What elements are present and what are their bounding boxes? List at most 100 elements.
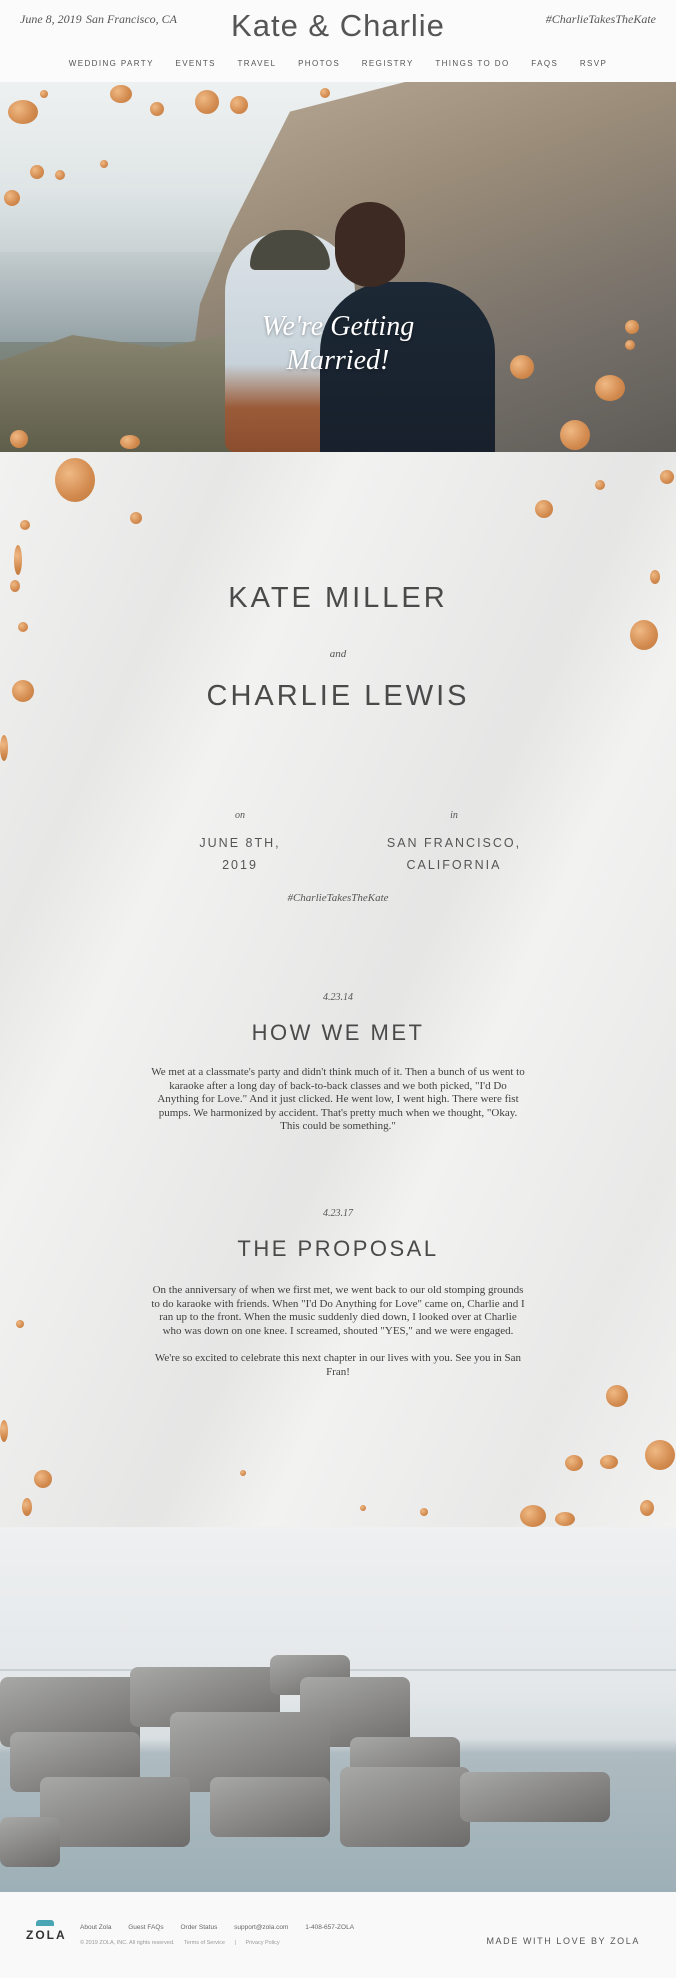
wedding-date: JUNE 8TH, 2019 bbox=[140, 832, 340, 876]
splatter-dot bbox=[420, 1508, 428, 1516]
footer-links: About Zola Guest FAQs Order Status suppo… bbox=[80, 1924, 369, 1931]
splatter-dot bbox=[120, 435, 140, 449]
privacy-link[interactable]: Privacy Policy bbox=[245, 1940, 279, 1946]
nav-faqs[interactable]: FAQS bbox=[531, 59, 558, 68]
footer-link-email[interactable]: support@zola.com bbox=[234, 1924, 288, 1931]
zola-logo[interactable]: ZOLA bbox=[26, 1928, 67, 1942]
terms-link[interactable]: Terms of Service bbox=[184, 1940, 225, 1946]
wedding-date-line1: JUNE 8TH, bbox=[199, 836, 281, 850]
story-paragraph: On the anniversary of when we first met,… bbox=[151, 1284, 525, 1337]
hero-title: We're Getting Married! bbox=[0, 310, 676, 378]
main-content: KATE MILLER and CHARLIE LEWIS on JUNE 8T… bbox=[0, 452, 676, 1527]
splatter-dot bbox=[18, 622, 28, 632]
story-title: THE PROPOSAL bbox=[237, 1236, 439, 1261]
splatter-dot bbox=[595, 375, 625, 401]
wedding-place: SAN FRANCISCO, CALIFORNIA bbox=[354, 832, 554, 876]
splatter-dot bbox=[0, 735, 8, 761]
splatter-dot bbox=[660, 470, 674, 484]
story-paragraph: We met at a classmate's party and didn't… bbox=[151, 1066, 525, 1132]
hero-head-charlie bbox=[335, 202, 405, 287]
hero-title-line2: Married! bbox=[286, 345, 390, 376]
story-body: On the anniversary of when we first met,… bbox=[150, 1284, 526, 1393]
splatter-dot bbox=[8, 100, 38, 124]
hashtag: #CharlieTakesTheKate bbox=[287, 892, 389, 904]
rock bbox=[0, 1817, 60, 1867]
zola-logo-icon bbox=[36, 1920, 54, 1926]
splatter-dot bbox=[595, 480, 605, 490]
splatter-dot bbox=[14, 545, 22, 575]
splatter-dot bbox=[240, 1470, 246, 1476]
splatter-dot bbox=[100, 160, 108, 168]
splatter-dot bbox=[20, 520, 30, 530]
splatter-dot bbox=[535, 500, 553, 518]
splatter-dot bbox=[110, 85, 132, 103]
header-hashtag: #CharlieTakesTheKate bbox=[545, 12, 656, 26]
splatter-dot bbox=[510, 355, 534, 379]
bride-name: KATE MILLER bbox=[228, 582, 448, 614]
story-title: HOW WE MET bbox=[251, 1020, 425, 1045]
footer-link-order-status[interactable]: Order Status bbox=[180, 1924, 217, 1931]
place-label: in bbox=[450, 810, 458, 821]
splatter-dot bbox=[600, 1455, 618, 1469]
splatter-dot bbox=[320, 88, 330, 98]
splatter-dot bbox=[565, 1455, 583, 1471]
splatter-dot bbox=[55, 170, 65, 180]
footer-link-faqs[interactable]: Guest FAQs bbox=[128, 1924, 163, 1931]
splatter-dot bbox=[4, 190, 20, 206]
nav-travel[interactable]: TRAVEL bbox=[238, 59, 277, 68]
story-body: We met at a classmate's party and didn't… bbox=[150, 1066, 526, 1148]
hero-banner: We're Getting Married! ∨ bbox=[0, 82, 676, 452]
copyright: © 2019 ZOLA, INC. All rights reserved. bbox=[80, 1940, 175, 1946]
wedding-date-line2: 2019 bbox=[222, 858, 258, 872]
splatter-dot bbox=[130, 512, 142, 524]
splatter-dot bbox=[34, 1470, 52, 1488]
splatter-dot bbox=[625, 320, 639, 334]
splatter-dot bbox=[555, 1512, 575, 1526]
splatter-dot bbox=[150, 102, 164, 116]
splatter-dot bbox=[30, 165, 44, 179]
splatter-dot bbox=[230, 96, 248, 114]
splatter-dot bbox=[16, 1320, 24, 1328]
site-header: June 8, 2019 San Francisco, CA Kate & Ch… bbox=[0, 0, 676, 82]
rock bbox=[40, 1777, 190, 1847]
splatter-dot bbox=[650, 570, 660, 584]
splatter-dot bbox=[55, 458, 95, 502]
story-date: 4.23.14 bbox=[323, 992, 353, 1003]
nav-things-to-do[interactable]: THINGS TO DO bbox=[435, 59, 509, 68]
nav-events[interactable]: EVENTS bbox=[175, 59, 215, 68]
splatter-dot bbox=[520, 1505, 546, 1527]
legal-separator: | bbox=[234, 1940, 236, 1946]
nav-registry[interactable]: REGISTRY bbox=[362, 59, 414, 68]
main-nav: WEDDING PARTY EVENTS TRAVEL PHOTOS REGIS… bbox=[0, 59, 676, 68]
rock bbox=[210, 1777, 330, 1837]
made-with-love: MADE WITH LOVE BY ZOLA bbox=[486, 1936, 640, 1946]
footer-legal: © 2019 ZOLA, INC. All rights reserved. T… bbox=[80, 1940, 288, 1946]
groom-name: CHARLIE LEWIS bbox=[206, 680, 470, 712]
splatter-dot bbox=[10, 430, 28, 448]
nav-rsvp[interactable]: RSVP bbox=[580, 59, 607, 68]
footer-link-about[interactable]: About Zola bbox=[80, 1924, 111, 1931]
splatter-dot bbox=[645, 1440, 675, 1470]
splatter-dot bbox=[22, 1498, 32, 1516]
splatter-dot bbox=[12, 680, 34, 702]
rock bbox=[340, 1767, 470, 1847]
splatter-dot bbox=[630, 620, 658, 650]
footer-link-phone[interactable]: 1-408-657-ZOLA bbox=[305, 1924, 354, 1931]
hero-title-line1: We're Getting bbox=[261, 311, 415, 342]
splatter-dot bbox=[360, 1505, 366, 1511]
lakeshore-photo bbox=[0, 1527, 676, 1892]
story-paragraph: We're so excited to celebrate this next … bbox=[154, 1352, 522, 1378]
splatter-dot bbox=[10, 580, 20, 592]
splatter-dot bbox=[195, 90, 219, 114]
nav-wedding-party[interactable]: WEDDING PARTY bbox=[69, 59, 154, 68]
wedding-place-line1: SAN FRANCISCO, bbox=[386, 836, 522, 850]
wedding-place-line2: CALIFORNIA bbox=[406, 858, 502, 872]
splatter-dot bbox=[625, 340, 635, 350]
rock bbox=[460, 1772, 610, 1822]
splatter-dot bbox=[560, 420, 590, 450]
splatter-dot bbox=[40, 90, 48, 98]
splatter-dot bbox=[606, 1385, 628, 1407]
nav-photos[interactable]: PHOTOS bbox=[298, 59, 340, 68]
date-label: on bbox=[235, 810, 245, 821]
name-joiner: and bbox=[329, 648, 347, 660]
